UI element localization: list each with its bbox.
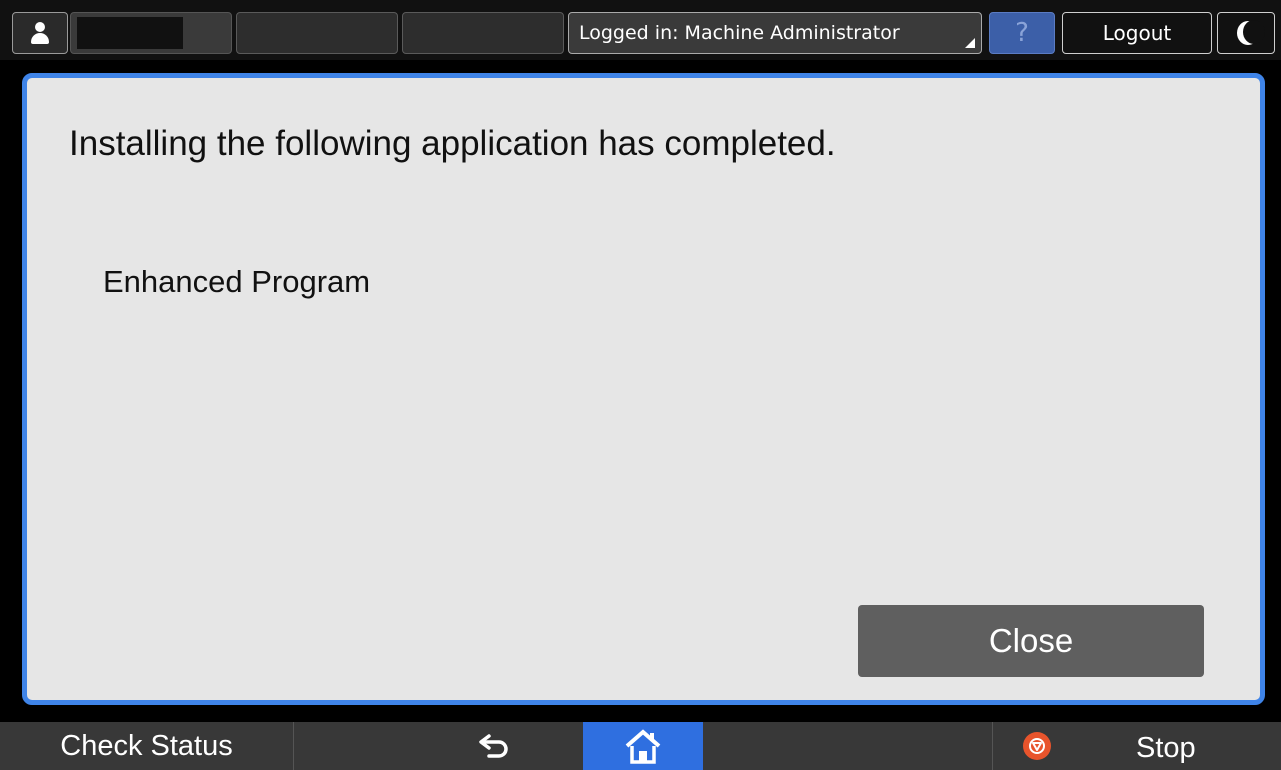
status-slot-2 [402, 12, 564, 54]
check-status-button[interactable]: Check Status [0, 722, 294, 770]
user-button[interactable] [12, 12, 68, 54]
dialog-message: Installing the following application has… [69, 124, 836, 163]
home-icon [625, 729, 661, 764]
help-button[interactable]: ? [989, 12, 1055, 54]
bottom-nav-bar: Check Status Stop [0, 722, 1281, 770]
top-status-bar: Logged in: Machine Administrator ? Logou… [0, 0, 1281, 60]
install-complete-dialog: Installing the following application has… [22, 73, 1265, 705]
energy-saver-button[interactable] [1217, 12, 1275, 54]
installed-app-name: Enhanced Program [103, 264, 371, 299]
user-name-field [70, 12, 232, 54]
stop-button[interactable]: Stop [993, 722, 1281, 770]
close-button[interactable]: Close [858, 605, 1204, 677]
back-arrow-icon [479, 734, 508, 758]
status-slot-1 [236, 12, 398, 54]
login-info-button[interactable]: Logged in: Machine Administrator [568, 12, 982, 54]
stop-icon [1023, 732, 1051, 760]
expand-corner-icon [965, 38, 975, 48]
back-button[interactable] [440, 722, 550, 770]
logout-button[interactable]: Logout [1062, 12, 1212, 54]
home-button[interactable] [583, 722, 703, 770]
stop-label: Stop [1136, 732, 1196, 764]
moon-icon [1235, 20, 1265, 46]
login-info-label: Logged in: Machine Administrator [579, 22, 900, 44]
user-icon [28, 21, 52, 45]
